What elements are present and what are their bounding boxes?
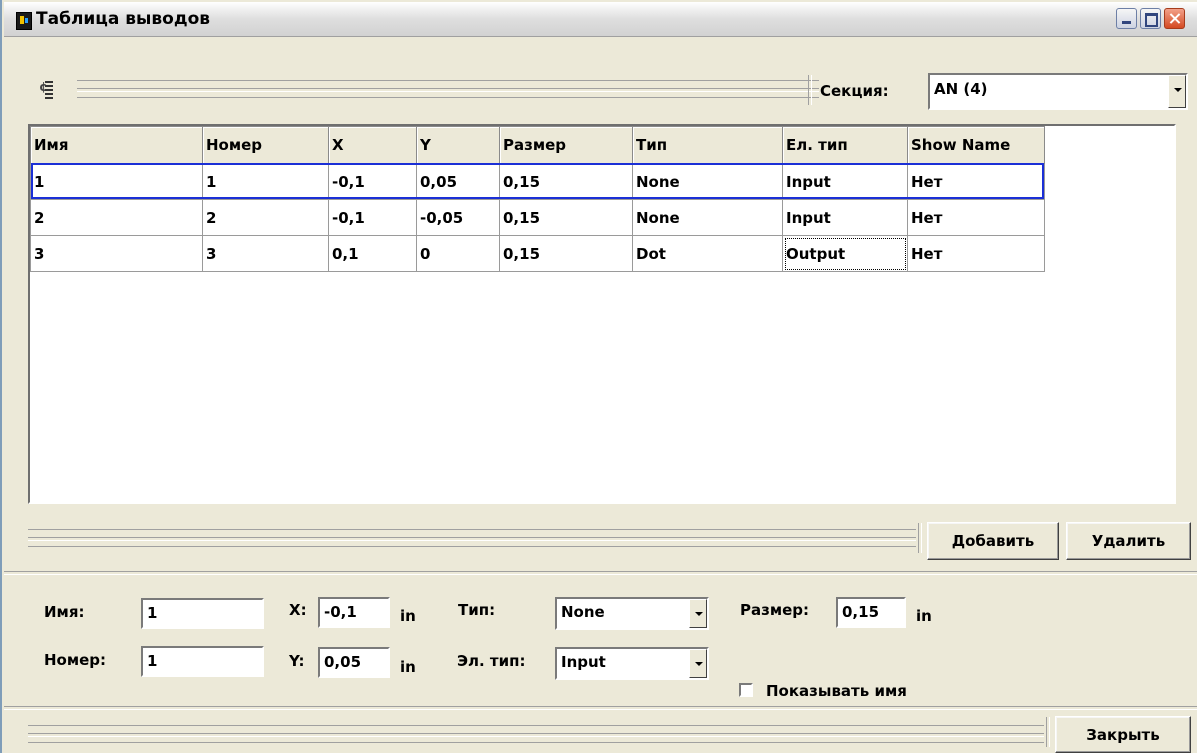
table-settings-icon[interactable]: [39, 78, 53, 100]
column-header[interactable]: X: [328, 126, 417, 164]
title-bar[interactable]: Таблица выводов: [4, 2, 1197, 37]
add-button[interactable]: Добавить: [927, 522, 1059, 560]
column-header[interactable]: Имя: [30, 126, 203, 164]
column-header[interactable]: Show Name: [907, 126, 1045, 164]
window-title: Таблица выводов: [36, 9, 211, 29]
maximize-icon[interactable]: [1140, 8, 1161, 29]
y-input[interactable]: 0,05: [318, 647, 390, 678]
toolbar-separator: [808, 75, 812, 105]
table-cell[interactable]: None: [632, 199, 783, 236]
x-label: X:: [289, 601, 307, 619]
table-row[interactable]: 1 1 -0,1 0,05 0,15 None Input Нет: [30, 163, 1045, 200]
close-button[interactable]: Закрыть: [1055, 716, 1191, 753]
table-cell[interactable]: -0,1: [328, 199, 417, 236]
table-cell[interactable]: 1: [202, 163, 329, 200]
table-cell[interactable]: -0,05: [416, 199, 500, 236]
table-cell[interactable]: Нет: [907, 199, 1045, 236]
name-input[interactable]: 1: [141, 598, 264, 629]
number-label: Номер:: [44, 651, 107, 669]
footer-separator: [1046, 717, 1050, 747]
chevron-down-icon[interactable]: [1168, 75, 1186, 108]
pins-grid: Имя Номер X Y Размер Тип Ел. тип Show Na…: [30, 126, 1045, 272]
divider: [4, 571, 1197, 575]
table-cell[interactable]: Input: [782, 163, 908, 200]
minimize-icon[interactable]: [1116, 8, 1137, 29]
name-label: Имя:: [44, 603, 85, 621]
show-name-checkbox[interactable]: [739, 683, 753, 697]
table-cell[interactable]: 0: [416, 235, 500, 272]
table-cell[interactable]: Нет: [907, 235, 1045, 272]
footer-grip: [28, 725, 1044, 743]
column-header[interactable]: Размер: [499, 126, 633, 164]
table-row[interactable]: 3 3 0,1 0 0,15 Dot Output Нет: [30, 235, 1045, 272]
size-label: Размер:: [740, 601, 810, 619]
table-cell[interactable]: 0,15: [499, 199, 633, 236]
number-input[interactable]: 1: [141, 646, 264, 677]
type-label: Тип:: [458, 601, 496, 619]
actions-grip: [28, 529, 916, 547]
table-cell[interactable]: 1: [30, 163, 203, 200]
x-input[interactable]: -0,1: [318, 597, 390, 628]
close-icon[interactable]: [1164, 8, 1185, 29]
column-header[interactable]: Ел. тип: [782, 126, 908, 164]
table-cell[interactable]: 0,05: [416, 163, 500, 200]
table-cell[interactable]: -0,1: [328, 163, 417, 200]
section-select[interactable]: AN (4): [928, 73, 1188, 110]
app-icon: [16, 12, 32, 30]
table-cell[interactable]: Dot: [632, 235, 783, 272]
actions-separator: [918, 523, 922, 553]
column-header[interactable]: Y: [416, 126, 500, 164]
x-unit: in: [400, 607, 416, 625]
size-input[interactable]: 0,15: [836, 597, 906, 628]
pin-table-window: Таблица выводов Секция: AN (4) Имя Номер…: [0, 0, 1197, 753]
table-cell[interactable]: 0,15: [499, 163, 633, 200]
focused-cell[interactable]: Output: [782, 235, 908, 272]
table-cell[interactable]: 3: [30, 235, 203, 272]
eltype-value: Input: [561, 653, 606, 671]
table-cell[interactable]: Input: [782, 199, 908, 236]
toolbar-grip: [77, 80, 819, 98]
chevron-down-icon[interactable]: [689, 599, 707, 628]
y-label: Y:: [289, 652, 305, 670]
y-unit: in: [400, 658, 416, 676]
table-cell[interactable]: 0,15: [499, 235, 633, 272]
delete-button[interactable]: Удалить: [1066, 522, 1191, 560]
eltype-label: Эл. тип:: [457, 652, 526, 670]
table-cell[interactable]: 0,1: [328, 235, 417, 272]
chevron-down-icon[interactable]: [689, 649, 707, 678]
table-cell[interactable]: None: [632, 163, 783, 200]
divider: [4, 706, 1197, 710]
size-unit: in: [916, 607, 932, 625]
section-value: AN (4): [934, 80, 988, 98]
table-cell[interactable]: Нет: [907, 163, 1045, 200]
table-cell[interactable]: 3: [202, 235, 329, 272]
type-select[interactable]: None: [555, 597, 709, 630]
table-cell[interactable]: 2: [30, 199, 203, 236]
eltype-select[interactable]: Input: [555, 647, 709, 680]
type-value: None: [561, 603, 605, 621]
pins-table[interactable]: Имя Номер X Y Размер Тип Ел. тип Show Na…: [28, 124, 1176, 504]
column-header[interactable]: Номер: [202, 126, 329, 164]
column-header[interactable]: Тип: [632, 126, 783, 164]
table-row[interactable]: 2 2 -0,1 -0,05 0,15 None Input Нет: [30, 199, 1045, 236]
table-cell[interactable]: 2: [202, 199, 329, 236]
show-name-label[interactable]: Показывать имя: [766, 682, 907, 700]
table-header: Имя Номер X Y Размер Тип Ел. тип Show Na…: [30, 126, 1045, 164]
section-label: Секция:: [820, 82, 889, 100]
